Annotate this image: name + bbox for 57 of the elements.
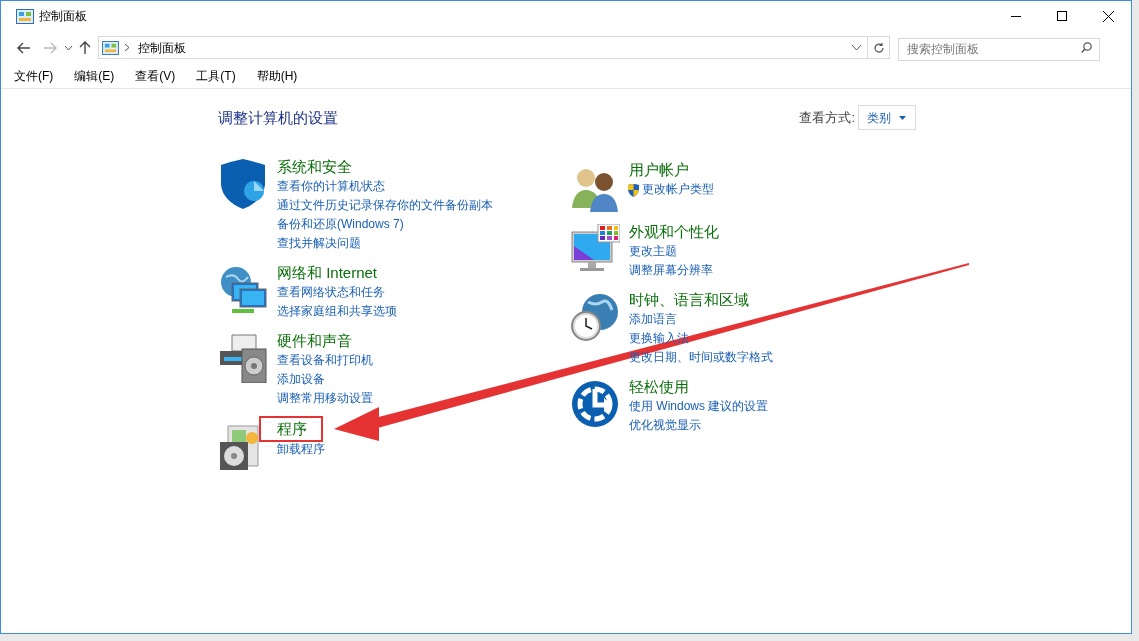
accessibility-icon[interactable] — [570, 379, 620, 429]
task-link[interactable]: 查看设备和打印机 — [277, 351, 373, 370]
task-link[interactable]: 添加语言 — [629, 310, 677, 329]
refresh-icon — [872, 41, 885, 54]
dropdown-arrow-icon — [899, 115, 906, 120]
refresh-button[interactable] — [868, 36, 890, 59]
category-title[interactable]: 程序 — [259, 416, 323, 442]
category-title[interactable]: 硬件和声音 — [277, 331, 352, 351]
page-heading: 调整计算机的设置 — [218, 108, 338, 129]
category-title[interactable]: 系统和安全 — [277, 157, 352, 177]
task-link[interactable]: 查看网络状态和任务 — [277, 283, 385, 302]
menu-item[interactable]: 编辑(E) — [72, 67, 117, 85]
task-link[interactable]: 卸载程序 — [277, 440, 325, 459]
chevron-down-icon — [852, 45, 861, 50]
task-link[interactable]: 调整屏幕分辨率 — [629, 261, 713, 280]
menu-item[interactable]: 查看(V) — [133, 67, 178, 85]
task-link[interactable]: 更改帐户类型 — [642, 180, 714, 199]
menu-item[interactable]: 文件(F) — [12, 67, 56, 85]
category-title[interactable]: 网络和 Internet — [277, 263, 378, 283]
task-link[interactable]: 选择家庭组和共享选项 — [277, 302, 397, 321]
category-title[interactable]: 外观和个性化 — [629, 222, 719, 242]
maximize-icon — [1057, 11, 1067, 21]
task-link[interactable]: 更改主题 — [629, 242, 677, 261]
forward-arrow-icon — [43, 41, 57, 54]
task-link[interactable]: 备份和还原(Windows 7) — [277, 215, 404, 234]
task-link[interactable]: 查找并解决问题 — [277, 234, 361, 253]
task-link[interactable]: 优化视觉显示 — [629, 416, 701, 435]
view-by-dropdown[interactable]: 类别 — [858, 105, 916, 130]
close-icon — [1102, 10, 1114, 22]
up-arrow-icon — [79, 40, 91, 55]
search-icon — [1081, 42, 1092, 53]
task-link[interactable]: 使用 Windows 建议的设置 — [629, 397, 769, 416]
chevron-down-icon — [64, 45, 72, 50]
menu-item[interactable]: 工具(T) — [194, 67, 238, 85]
globe-clock-icon[interactable] — [570, 292, 620, 342]
globe-monitors-icon[interactable] — [218, 265, 268, 315]
task-link[interactable]: 添加设备 — [277, 370, 325, 389]
category-title[interactable]: 时钟、语言和区域 — [629, 290, 749, 310]
task-link[interactable]: 查看你的计算机状态 — [277, 177, 385, 196]
category-title[interactable]: 轻松使用 — [629, 377, 689, 397]
category-title[interactable]: 用户帐户 — [629, 160, 689, 180]
view-by-label: 查看方式: — [799, 108, 855, 127]
control-panel-icon — [16, 8, 34, 24]
chevron-right-icon — [125, 44, 129, 51]
task-link[interactable]: 通过文件历史记录保存你的文件备份副本 — [277, 196, 493, 215]
back-arrow-icon — [17, 41, 31, 54]
shield-icon[interactable] — [218, 159, 268, 209]
monitor-palette-icon[interactable] — [570, 224, 620, 274]
minimize-icon — [1011, 15, 1021, 17]
search-field[interactable]: 搜索控制面板 — [898, 37, 1100, 61]
control-panel-icon — [102, 40, 119, 55]
window-title: 控制面板 — [39, 8, 87, 25]
task-link[interactable]: 调整常用移动设置 — [277, 389, 373, 408]
address-path: 控制面板 — [138, 39, 186, 57]
printer-speaker-icon[interactable] — [218, 333, 268, 383]
menu-item[interactable]: 帮助(H) — [254, 67, 300, 85]
address-field[interactable]: 控制面板 — [98, 36, 868, 59]
